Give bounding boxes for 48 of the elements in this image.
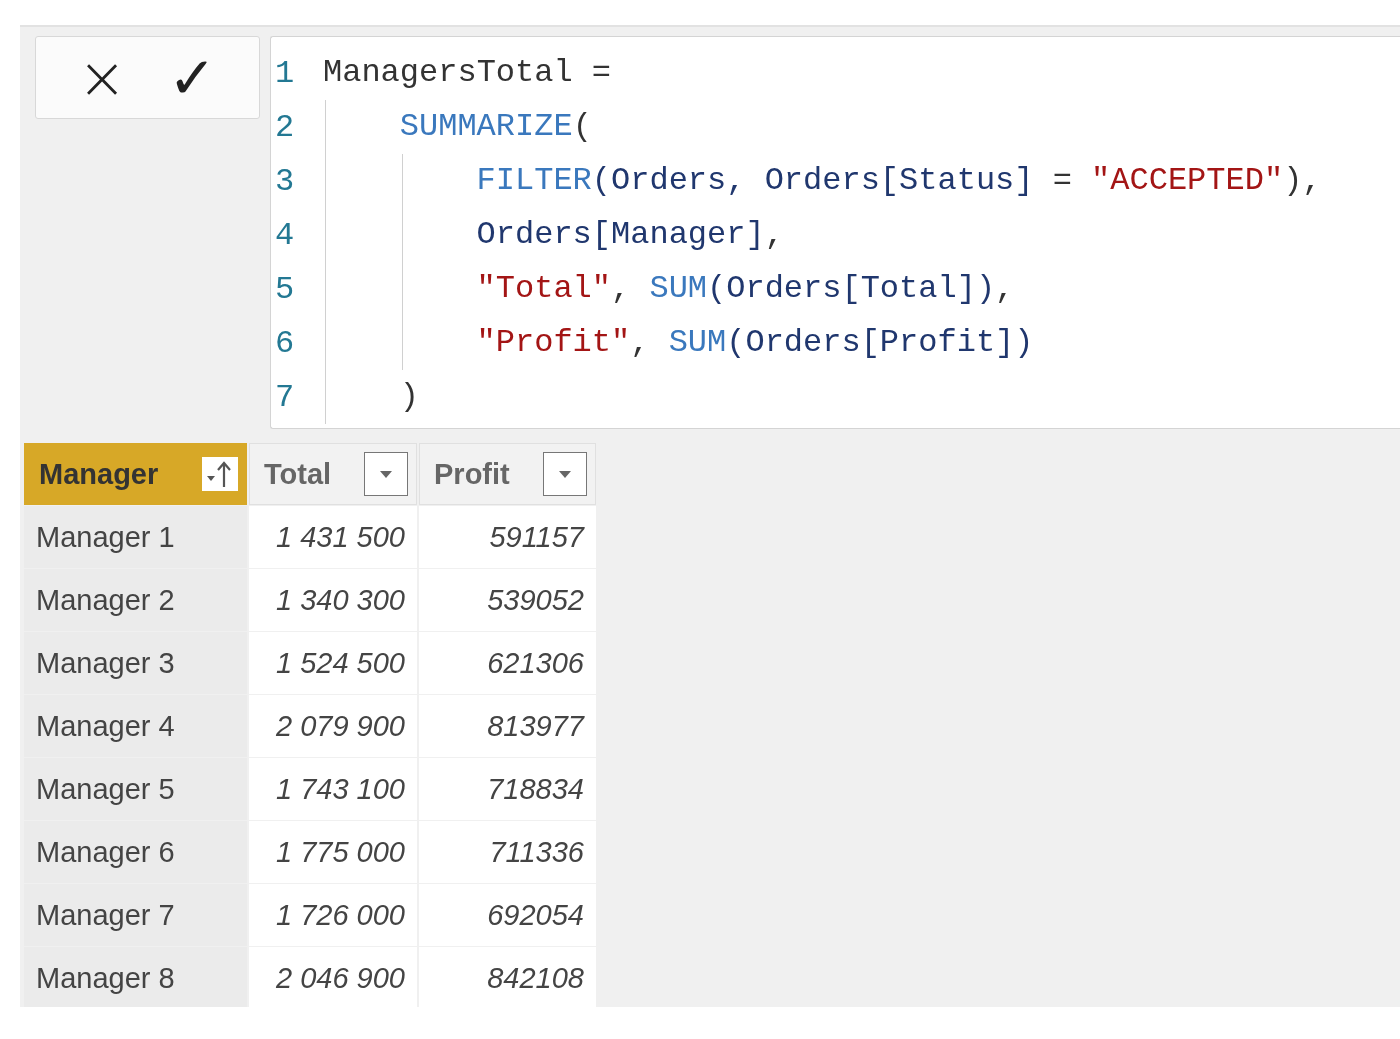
table-cell: Manager 6 <box>24 821 247 883</box>
table-cell: 711336 <box>419 821 596 883</box>
table-cell: 1 743 100 <box>249 758 417 820</box>
table-cell: 842108 <box>419 947 596 1007</box>
code-line: FILTER(Orders, Orders[Status] = "ACCEPTED"), <box>476 161 1322 201</box>
code-line: "Total", SUM(Orders[Total]), <box>476 269 1015 309</box>
line-number: 4 <box>274 216 296 254</box>
code-line: "Profit", SUM(Orders[Profit]) <box>476 323 1034 363</box>
table-cell: 718834 <box>419 758 596 820</box>
line-number: 5 <box>274 270 296 308</box>
code-line: ManagersTotal = <box>323 53 612 93</box>
column-label: Profit <box>434 457 510 491</box>
table-cell: 621306 <box>419 632 596 694</box>
table-cell: Manager 5 <box>24 758 247 820</box>
column-header[interactable]: Total <box>249 443 417 505</box>
column-label: Total <box>264 457 332 491</box>
column-label: Manager <box>39 457 159 491</box>
code-line: ) <box>399 377 419 417</box>
table-cell: Manager 3 <box>24 632 247 694</box>
line-number: 6 <box>274 324 296 362</box>
sort-ascending-icon[interactable] <box>202 457 238 491</box>
table-cell: 1 431 500 <box>249 506 417 568</box>
table-cell: Manager 7 <box>24 884 247 946</box>
table-cell: 539052 <box>419 569 596 631</box>
table-cell: 2 079 900 <box>249 695 417 757</box>
table-cell: Manager 1 <box>24 506 247 568</box>
table-cell: Manager 2 <box>24 569 247 631</box>
table-cell: 813977 <box>419 695 596 757</box>
line-number: 1 <box>274 54 296 92</box>
table-cell: 591157 <box>419 506 596 568</box>
column-header[interactable]: Manager <box>24 443 247 505</box>
table-cell: 692054 <box>419 884 596 946</box>
commit-button[interactable]: ✓ <box>162 48 224 107</box>
table-cell: 1 340 300 <box>249 569 417 631</box>
line-number: 7 <box>274 378 296 416</box>
code-line: SUMMARIZE( <box>399 107 592 147</box>
table-cell: Manager 4 <box>24 695 247 757</box>
formula-editor[interactable]: 1 ManagersTotal = 2 SUMMARIZE( 3 FILTER(Orders, Orders[Status] = "ACCEPTED"), 4 Orders[Manager], 5 "Total", SUM(Orders[Total]), 6 "Profit", SUM(Orders[Profit]) 7 ) <box>270 36 1400 429</box>
table-cell: 1 524 500 <box>249 632 417 694</box>
table-cell: 2 046 900 <box>249 947 417 1007</box>
line-number: 3 <box>274 162 296 200</box>
line-number: 2 <box>274 108 296 146</box>
table-cell: 1 726 000 <box>249 884 417 946</box>
cancel-button[interactable]: × <box>71 48 133 107</box>
code-line: Orders[Manager], <box>476 215 784 255</box>
table-cell: 1 775 000 <box>249 821 417 883</box>
table-cell: Manager 8 <box>24 947 247 1007</box>
column-header[interactable]: Profit <box>419 443 596 505</box>
